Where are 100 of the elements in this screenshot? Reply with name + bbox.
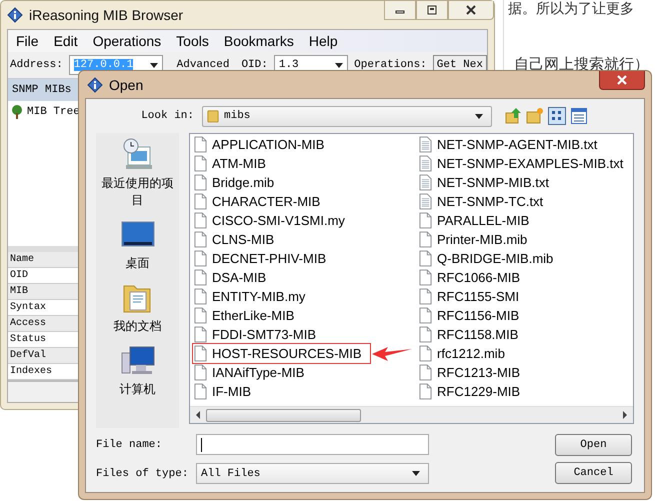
app-icon xyxy=(87,76,103,92)
file-icon xyxy=(419,383,432,400)
minimize-button[interactable] xyxy=(384,1,416,20)
caret-icon xyxy=(412,471,420,476)
file-icon xyxy=(194,307,207,324)
cancel-button[interactable]: Cancel xyxy=(555,462,632,484)
menu-item[interactable]: Operations xyxy=(92,33,162,49)
file-icon xyxy=(419,345,432,362)
menu-item[interactable]: Help xyxy=(308,33,338,49)
new-folder-icon[interactable] xyxy=(526,107,544,125)
close-button[interactable] xyxy=(599,71,645,90)
file-icon xyxy=(194,174,207,191)
arrow-icon xyxy=(372,347,412,361)
file-icon xyxy=(419,288,432,305)
mib-entry[interactable]: RFC1229-MIB xyxy=(418,382,520,401)
operations-label: Operations: xyxy=(354,59,427,71)
place-item[interactable]: 最近使用的项目 xyxy=(98,175,178,209)
mib-entry[interactable]: RFC1155-SMI xyxy=(418,287,520,306)
mib-entry[interactable]: PARALLEL-MIB xyxy=(418,211,530,230)
file-icon xyxy=(419,364,432,381)
file-icon xyxy=(194,326,207,343)
file-icon xyxy=(194,364,207,381)
list-view-icon[interactable] xyxy=(548,107,566,125)
details-view-icon[interactable] xyxy=(570,107,588,125)
mib-entry[interactable]: APPLICATION-MIB xyxy=(193,135,324,154)
mib-entry[interactable]: FDDI-SMT73-MIB xyxy=(193,325,316,344)
horizontal-scrollbar[interactable] xyxy=(190,406,633,423)
window-title: iReasoning MIB Browser xyxy=(29,7,184,23)
file-name-label: File name: xyxy=(96,438,164,450)
mib-entry[interactable]: RFC1158.MIB xyxy=(418,325,518,344)
menu-item[interactable]: Tools xyxy=(176,33,209,49)
place-item[interactable]: 我的文档 xyxy=(98,318,178,335)
advanced-button[interactable]: Advanced xyxy=(176,59,230,71)
look-in-label: Look in: xyxy=(140,110,194,122)
mib-entry[interactable]: NET-SNMP-TC.txt xyxy=(418,192,544,211)
mib-entry[interactable]: Bridge.mib xyxy=(193,173,274,192)
open-button[interactable]: Open xyxy=(555,434,632,456)
scroll-left-icon[interactable] xyxy=(194,410,202,420)
close-icon xyxy=(465,5,477,15)
folder-icon xyxy=(207,108,219,124)
menu-item[interactable]: Bookmarks xyxy=(224,33,294,49)
article-text: 据。所以为了让更多 xyxy=(508,0,634,18)
mib-entry[interactable]: DECNET-PHIV-MIB xyxy=(193,249,326,268)
file-icon xyxy=(194,250,207,267)
files-of-type-label: Files of type: xyxy=(96,468,190,480)
maximize-button[interactable] xyxy=(416,1,448,20)
file-icon xyxy=(194,155,207,172)
mib-entry[interactable]: ENTITY-MIB.my xyxy=(193,287,306,306)
file-icon xyxy=(194,383,207,400)
file-icon xyxy=(194,345,207,362)
mib-entry[interactable]: ATM-MIB xyxy=(193,154,266,173)
file-icon xyxy=(419,307,432,324)
file-icon xyxy=(419,250,432,267)
place-item[interactable]: 桌面 xyxy=(98,255,178,272)
file-icon xyxy=(194,288,207,305)
mib-entry[interactable]: RFC1213-MIB xyxy=(418,363,520,382)
files-of-type-combo[interactable]: All Files xyxy=(196,463,429,484)
file-icon xyxy=(419,212,432,229)
mib-entry[interactable]: Printer-MIB.mib xyxy=(418,230,528,249)
app-icon xyxy=(7,7,23,23)
mib-entry[interactable]: DSA-MIB xyxy=(193,268,266,287)
file-icon xyxy=(194,231,207,248)
caret-icon xyxy=(475,114,483,118)
mib-entry[interactable]: NET-SNMP-EXAMPLES-MIB.txt xyxy=(418,154,624,173)
mib-entry[interactable]: RFC1156-MIB xyxy=(418,306,520,325)
mib-entry[interactable]: Q-BRIDGE-MIB.mib xyxy=(418,249,554,268)
mib-entry[interactable]: IANAifType-MIB xyxy=(193,363,304,382)
maximize-icon xyxy=(426,5,438,15)
mib-entry[interactable]: CHARACTER-MIB xyxy=(193,192,320,211)
mib-entry[interactable]: CLNS-MIB xyxy=(193,230,274,249)
menu-item[interactable]: Edit xyxy=(54,33,78,49)
file-icon xyxy=(194,136,207,153)
text-file-icon xyxy=(419,136,432,153)
mib-entry[interactable]: IF-MIB xyxy=(193,382,251,401)
file-name-field[interactable] xyxy=(196,434,429,455)
file-icon xyxy=(194,269,207,286)
mib-entry[interactable]: RFC1066-MIB xyxy=(418,268,520,287)
text-file-icon xyxy=(419,193,432,210)
scroll-right-icon[interactable] xyxy=(621,410,629,420)
mib-entry[interactable]: CISCO-SMI-V1SMI.my xyxy=(193,211,345,230)
look-in-combo[interactable]: mibs xyxy=(202,106,492,126)
scrollbar-thumb[interactable] xyxy=(206,408,361,422)
file-icon xyxy=(194,193,207,210)
place-item[interactable]: 计算机 xyxy=(98,381,178,398)
tree-icon xyxy=(10,105,24,119)
mib-entry[interactable]: NET-SNMP-MIB.txt xyxy=(418,173,549,192)
mib-entry[interactable]: rfc1212.mib xyxy=(418,344,505,363)
menu-item[interactable]: File xyxy=(16,33,39,49)
address-label: Address: xyxy=(10,59,63,71)
text-file-icon xyxy=(419,174,432,191)
file-icon xyxy=(419,231,432,248)
file-icon xyxy=(419,269,432,286)
close-button[interactable] xyxy=(448,1,494,20)
file-icon xyxy=(194,212,207,229)
mib-entry[interactable]: EtherLike-MIB xyxy=(193,306,294,325)
up-folder-icon[interactable] xyxy=(504,107,522,125)
highlighted-mib-entry[interactable]: HOST-RESOURCES-MIB xyxy=(193,344,370,363)
file-icon xyxy=(419,326,432,343)
dialog-title: Open xyxy=(109,76,144,92)
mib-entry[interactable]: NET-SNMP-AGENT-MIB.txt xyxy=(418,135,598,154)
